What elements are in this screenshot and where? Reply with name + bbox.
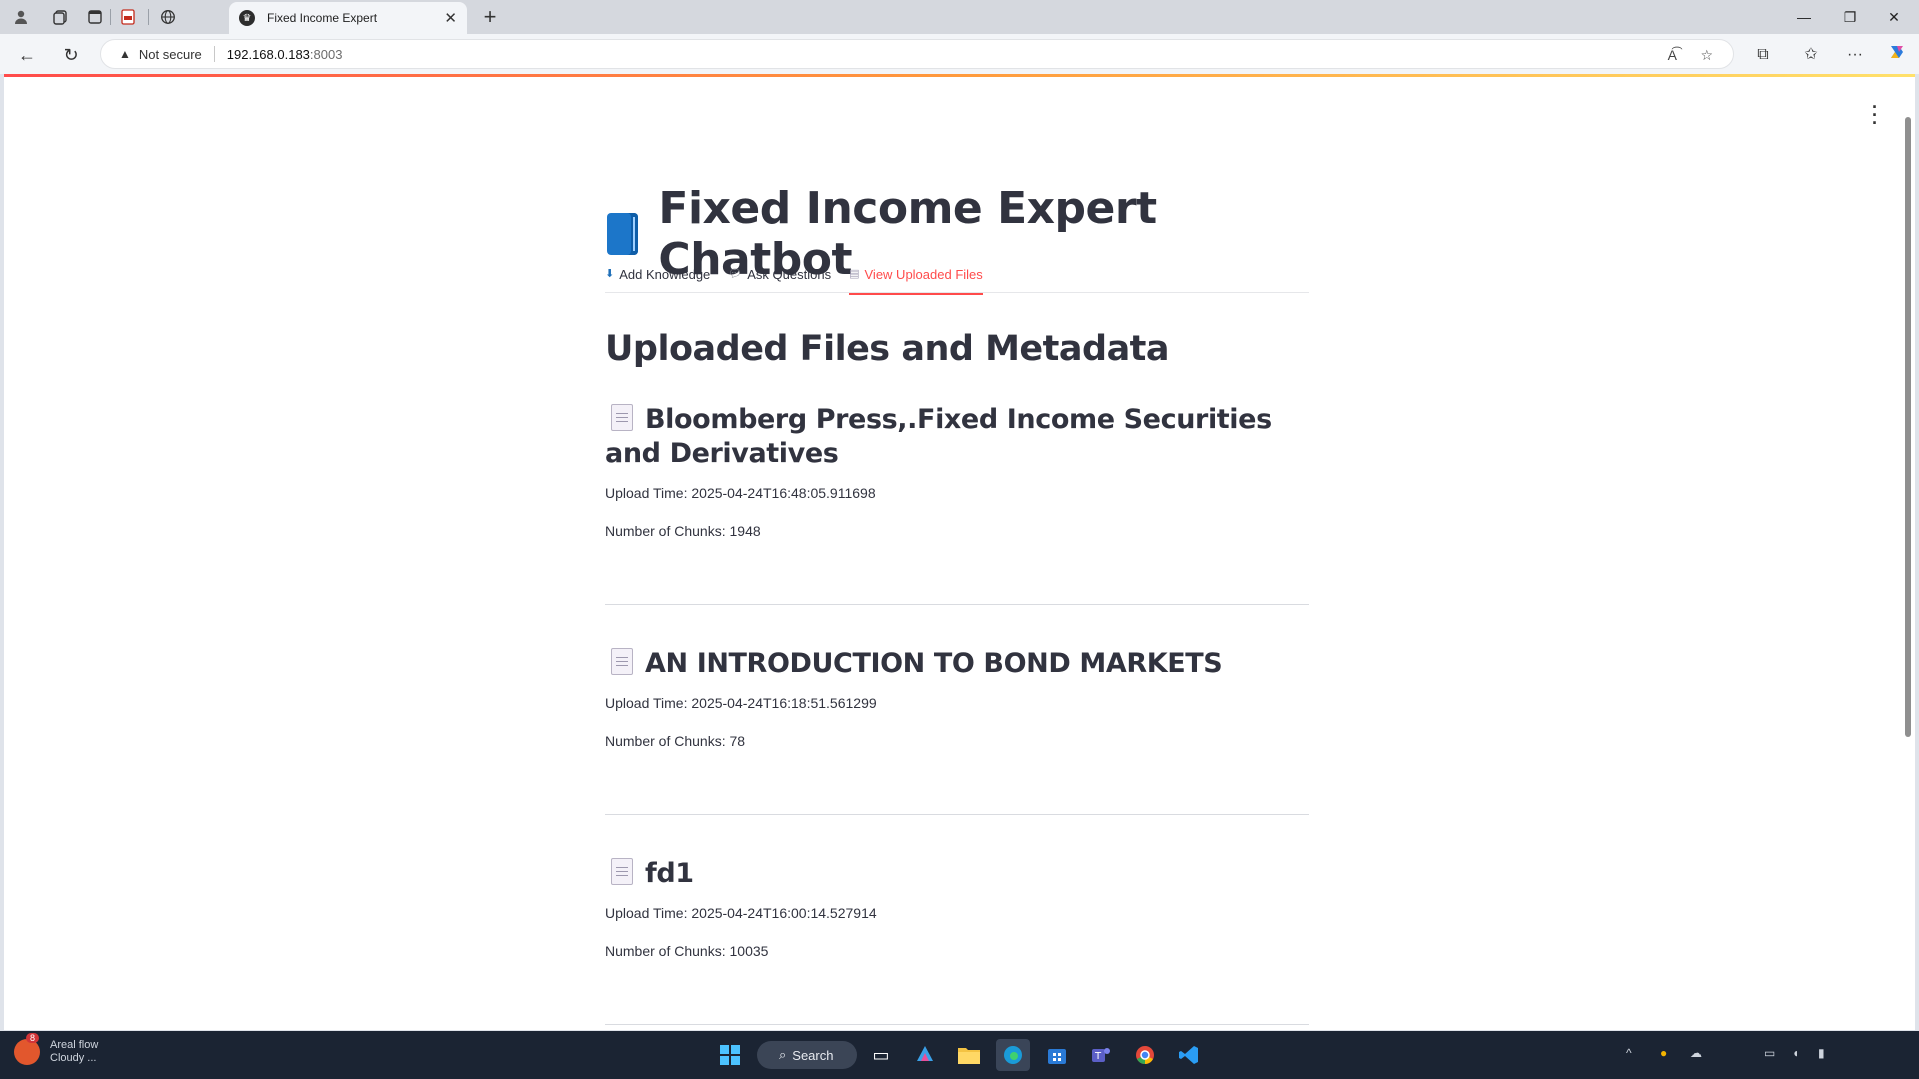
- chunk-count: Number of Chunks: 1948: [605, 523, 761, 539]
- favorites-bar-icon[interactable]: ✩: [1798, 42, 1824, 68]
- page-viewport: · · · Fixed Income Expert Chatbot ⬇ Add Kn…: [4, 74, 1915, 1030]
- upload-time: Upload Time: 2025-04-24T16:18:51.561299: [605, 695, 877, 711]
- task-view-icon[interactable]: ▭: [864, 1039, 898, 1071]
- notification-badge: 8: [26, 1033, 40, 1043]
- weather-line-1: Areal flow: [50, 1039, 99, 1051]
- copilot-icon[interactable]: [1884, 42, 1910, 68]
- speech-bubble-icon: 💬︎: [728, 268, 743, 280]
- close-tab-icon[interactable]: ✕: [444, 9, 457, 27]
- file-entry: AN INTRODUCTION TO BOND MARKETS Upload T…: [605, 647, 1309, 749]
- teams-icon[interactable]: T: [1084, 1039, 1118, 1071]
- extensions-icon[interactable]: ⧉: [1750, 42, 1776, 68]
- separator: [213, 46, 215, 62]
- browser-tab-active[interactable]: ♛ Fixed Income Expert ✕: [229, 2, 467, 34]
- streamlit-favicon-icon: ♛: [239, 10, 255, 26]
- file-entry: fd1 Upload Time: 2025-04-24T16:00:14.527…: [605, 857, 1309, 959]
- minimize-icon[interactable]: —: [1786, 5, 1822, 29]
- windows-taskbar: 8 Areal flow Cloudy ... ⌕ Search ▭ T ^ ●…: [0, 1031, 1919, 1079]
- tab-label: View Uploaded Files: [864, 267, 983, 282]
- profile-icon[interactable]: [10, 6, 32, 28]
- browser-titlebar: ♛ Fixed Income Expert ✕ + — ❐ ✕: [0, 0, 1919, 34]
- inbox-tray-icon: ⬇: [605, 268, 615, 280]
- chunk-count: Number of Chunks: 78: [605, 733, 746, 749]
- page-facing-up-icon: [611, 648, 633, 675]
- browser-tab-title: Fixed Income Expert: [267, 11, 378, 25]
- svg-text:T: T: [1094, 1051, 1102, 1062]
- url-port: :8003: [309, 46, 343, 62]
- address-bar[interactable]: ▲ Not secure 192.168.0.183:8003 A͡ ☆: [100, 39, 1734, 69]
- read-aloud-icon[interactable]: A͡: [1668, 47, 1677, 63]
- warning-triangle-icon[interactable]: ▲: [119, 47, 131, 61]
- document-icon: ▤: [849, 268, 860, 280]
- tab-add-knowledge[interactable]: ⬇ Add Knowledge: [605, 266, 710, 293]
- new-tab-plus-icon[interactable]: +: [478, 4, 502, 30]
- workspaces-icon[interactable]: [50, 6, 72, 28]
- divider: [605, 604, 1309, 605]
- tab-label: Add Knowledge: [619, 267, 711, 282]
- tray-chevron-icon[interactable]: ^: [1626, 1046, 1632, 1060]
- chunk-count: Number of Chunks: 10035: [605, 943, 769, 959]
- taskbar-search[interactable]: ⌕ Search: [757, 1041, 857, 1069]
- tab-view-uploaded-files[interactable]: ▤ View Uploaded Files: [849, 266, 983, 295]
- file-entry: Bloomberg Press,.Fixed Income Securities…: [605, 403, 1309, 539]
- refresh-icon[interactable]: ↻: [58, 42, 84, 68]
- globe-tab-icon[interactable]: [157, 6, 179, 28]
- favorite-star-icon[interactable]: ☆: [1700, 47, 1713, 64]
- vscode-icon[interactable]: [1172, 1039, 1206, 1071]
- restore-icon[interactable]: ❐: [1832, 5, 1868, 29]
- file-name: fd1: [605, 857, 1309, 891]
- file-name-text: Bloomberg Press,.Fixed Income Securities…: [605, 404, 1272, 469]
- tab-ask-questions[interactable]: 💬︎ Ask Questions: [728, 266, 831, 293]
- file-explorer-icon[interactable]: [952, 1039, 986, 1071]
- weather-line-2: Cloudy ...: [50, 1052, 97, 1064]
- tab-actions-icon[interactable]: [84, 6, 106, 28]
- scrollbar[interactable]: [1905, 117, 1911, 737]
- url-host: 192.168.0.183: [226, 46, 310, 62]
- file-name-text: AN INTRODUCTION TO BOND MARKETS: [645, 648, 1223, 679]
- microsoft-store-icon[interactable]: [1040, 1039, 1074, 1071]
- volume-icon[interactable]: ◖: [1792, 1046, 1799, 1060]
- onedrive-icon[interactable]: ☁: [1690, 1046, 1702, 1060]
- upload-time: Upload Time: 2025-04-24T16:48:05.911698: [605, 485, 876, 501]
- windows-start-icon[interactable]: [713, 1039, 747, 1071]
- browser-toolbar: ← ↻ ▲ Not secure 192.168.0.183:8003 A͡ ☆…: [0, 34, 1919, 74]
- battery-icon[interactable]: ▮: [1818, 1046, 1825, 1060]
- blue-book-icon: [607, 213, 639, 255]
- microsoft-365-icon[interactable]: [908, 1039, 942, 1071]
- file-name: AN INTRODUCTION TO BOND MARKETS: [605, 647, 1309, 681]
- separator: [148, 9, 149, 25]
- file-name: Bloomberg Press,.Fixed Income Securities…: [605, 403, 1309, 471]
- file-name-text: fd1: [645, 858, 694, 889]
- back-arrow-icon[interactable]: ←: [14, 42, 40, 68]
- weather-icon: 8: [14, 1033, 40, 1065]
- edge-browser-icon[interactable]: [996, 1039, 1030, 1071]
- weather-widget[interactable]: 8 Areal flow Cloudy ...: [14, 1033, 98, 1065]
- divider: [605, 814, 1309, 815]
- separator: [110, 9, 111, 25]
- security-status[interactable]: Not secure: [139, 47, 202, 62]
- search-label: Search: [792, 1047, 834, 1063]
- weather-text: Areal flow Cloudy ...: [50, 1039, 98, 1065]
- page-facing-up-icon: [611, 404, 633, 431]
- chrome-icon[interactable]: [1128, 1039, 1162, 1071]
- page-facing-up-icon: [611, 858, 633, 885]
- section-title: Uploaded Files and Metadata: [605, 329, 1170, 369]
- tab-label: Ask Questions: [747, 267, 832, 282]
- app-menu-kebab-icon[interactable]: · · ·: [1865, 98, 1885, 132]
- tray-status-icon[interactable]: ●: [1660, 1046, 1667, 1060]
- tab-bar: ⬇ Add Knowledge 💬︎ Ask Questions ▤ View …: [605, 266, 1309, 295]
- upload-time: Upload Time: 2025-04-24T16:00:14.527914: [605, 905, 877, 921]
- close-window-icon[interactable]: ✕: [1876, 5, 1912, 29]
- more-options-icon[interactable]: ···: [1842, 42, 1868, 68]
- divider: [605, 1024, 1309, 1025]
- monitor-icon[interactable]: ▭: [1764, 1046, 1775, 1060]
- pdf-tab-icon[interactable]: [117, 6, 139, 28]
- search-icon: ⌕: [779, 1047, 787, 1062]
